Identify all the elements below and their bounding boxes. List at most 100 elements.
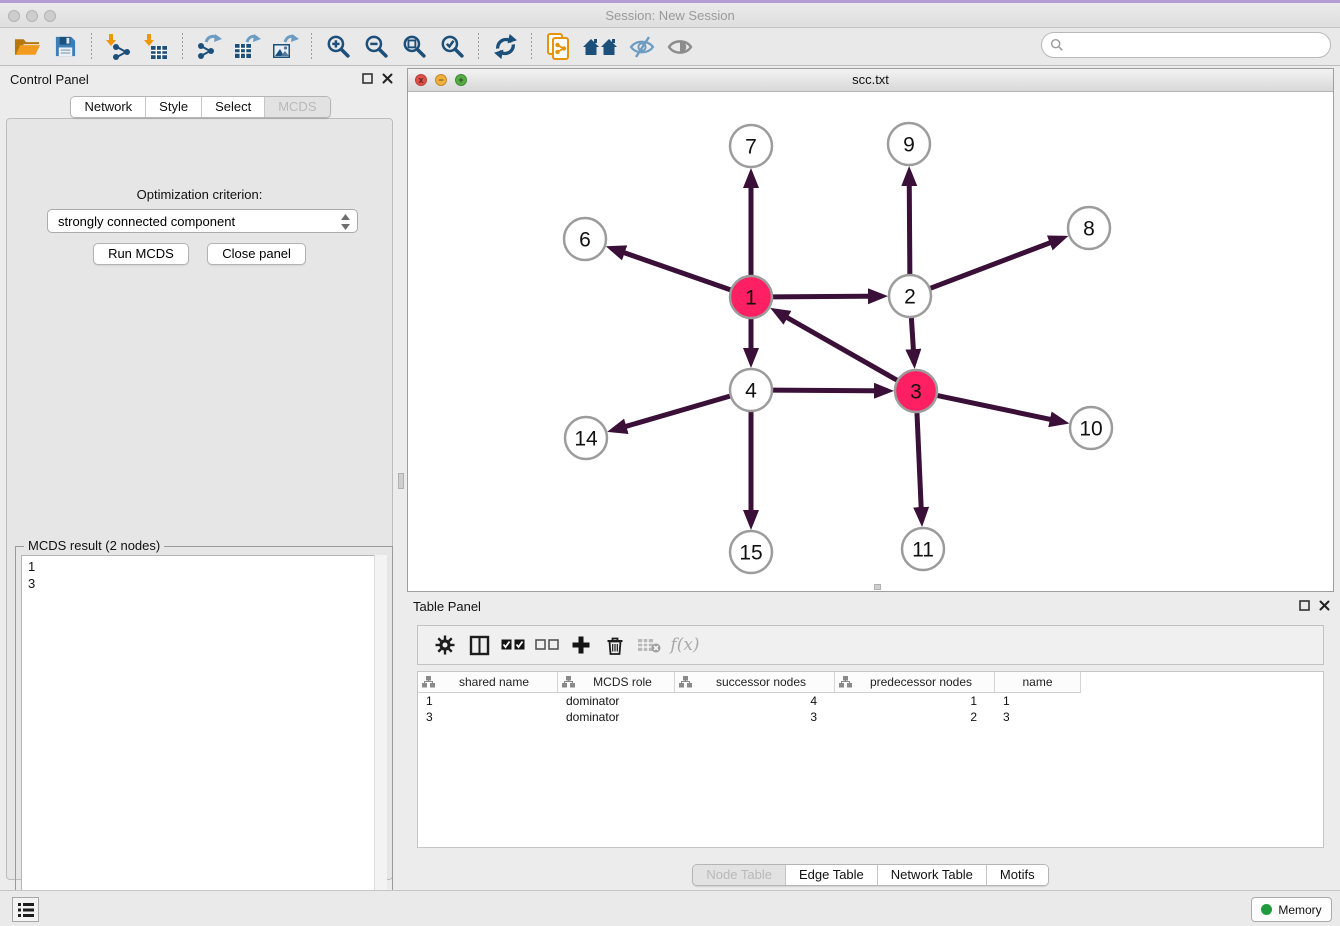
export-image-icon (271, 34, 299, 60)
home-pair-icon (582, 36, 618, 58)
node-label-14: 14 (574, 428, 598, 451)
column-header-name[interactable]: name (995, 672, 1081, 692)
control-panel-tabs: NetworkStyleSelectMCDS (4, 96, 397, 118)
hide-selected-button[interactable] (626, 32, 658, 62)
search-field[interactable] (1041, 32, 1331, 58)
edge-3-10[interactable] (938, 396, 1064, 423)
save-session-button[interactable] (49, 32, 81, 62)
cell-predecessor-nodes[interactable]: 2 (835, 709, 995, 725)
deselect-all-button[interactable] (530, 629, 564, 661)
cell-name[interactable]: 1 (995, 693, 1081, 709)
cell-shared-name[interactable]: 1 (418, 693, 558, 709)
column-header-successor-nodes[interactable]: successor nodes (675, 672, 835, 692)
splitter-grip[interactable] (398, 473, 404, 489)
toolbar-separator (478, 33, 479, 61)
export-network-button[interactable] (193, 32, 225, 62)
edge-2-3[interactable] (911, 318, 914, 363)
optimization-criterion-select[interactable]: strongly connected component (47, 209, 358, 233)
search-input[interactable] (1069, 38, 1330, 53)
network-frame-titlebar: x − + scc.txt (408, 69, 1333, 92)
zoom-in-button[interactable] (322, 32, 354, 62)
cell-successor-nodes[interactable]: 4 (675, 693, 835, 709)
cell-shared-name[interactable]: 3 (418, 709, 558, 725)
cell-predecessor-nodes[interactable]: 1 (835, 693, 995, 709)
edge-2-8[interactable] (931, 238, 1063, 288)
fx-icon: f(x) (670, 635, 699, 655)
tab-node-table[interactable]: Node Table (693, 865, 786, 885)
add-column-button[interactable] (564, 629, 598, 661)
tab-edge-table[interactable]: Edge Table (786, 865, 878, 885)
import-network-button[interactable] (102, 32, 134, 62)
mcds-result-text[interactable]: 13 (21, 555, 387, 918)
table-row[interactable]: 1dominator411 (418, 693, 1323, 709)
panel-splitter[interactable] (398, 68, 404, 886)
control-panel-title: Control Panel (10, 72, 89, 87)
tab-network[interactable]: Network (71, 97, 146, 117)
duplicate-network-button[interactable] (542, 32, 574, 62)
tab-network-table[interactable]: Network Table (878, 865, 987, 885)
table-settings-button[interactable] (428, 629, 462, 661)
import-table-button[interactable] (140, 32, 172, 62)
tab-style[interactable]: Style (146, 97, 202, 117)
cell-name[interactable]: 3 (995, 709, 1081, 725)
float-panel-icon[interactable] (362, 73, 373, 84)
node-table: shared nameMCDS rolesuccessor nodes prede… (417, 671, 1324, 848)
column-header-shared-name[interactable]: shared name (418, 672, 558, 692)
column-header-predecessor-nodes[interactable]: predecessor nodes (835, 672, 995, 692)
mcds-result-title: MCDS result (2 nodes) (24, 538, 164, 553)
plus-icon (571, 635, 591, 655)
cell-MCDS-role[interactable]: dominator (558, 693, 675, 709)
cell-MCDS-role[interactable]: dominator (558, 709, 675, 725)
task-history-button[interactable] (12, 897, 39, 922)
export-image-button[interactable] (269, 32, 301, 62)
memory-button[interactable]: Memory (1251, 897, 1332, 922)
node-label-15: 15 (739, 542, 762, 565)
close-panel-icon[interactable] (382, 73, 393, 84)
delete-columns-button[interactable] (598, 629, 632, 661)
tab-select[interactable]: Select (202, 97, 265, 117)
close-panel-icon[interactable] (1319, 600, 1330, 611)
open-session-button[interactable] (11, 32, 43, 62)
edge-2-9[interactable] (909, 172, 910, 274)
close-panel-button[interactable]: Close panel (207, 243, 306, 265)
table-row[interactable]: 3dominator323 (418, 709, 1323, 725)
refresh-icon (493, 34, 518, 59)
edge-3-11[interactable] (917, 413, 922, 521)
delete-table-button[interactable] (632, 629, 666, 661)
tab-group: NetworkStyleSelectMCDS (70, 96, 330, 118)
node-label-1: 1 (745, 287, 757, 310)
function-builder-button[interactable]: f(x) (666, 629, 700, 661)
network-canvas[interactable]: 7968124314101511 (408, 92, 1333, 591)
export-table-button[interactable] (231, 32, 263, 62)
column-header-MCDS-role[interactable]: MCDS role (558, 672, 675, 692)
show-all-button[interactable] (664, 32, 696, 62)
edge-4-14[interactable] (613, 396, 730, 430)
show-columns-button[interactable] (462, 629, 496, 661)
tab-motifs[interactable]: Motifs (987, 865, 1048, 885)
result-scrollbar[interactable] (374, 555, 387, 918)
float-panel-icon[interactable] (1299, 600, 1310, 611)
edge-4-3[interactable] (773, 390, 888, 391)
tab-mcds[interactable]: MCDS (265, 97, 329, 117)
table-body: 1dominator4113dominator323 (418, 693, 1323, 725)
refresh-view-button[interactable] (489, 32, 521, 62)
node-label-8: 8 (1083, 218, 1095, 241)
cell-successor-nodes[interactable]: 3 (675, 709, 835, 725)
zoom-fit-button[interactable] (398, 32, 430, 62)
edge-3-1[interactable] (775, 311, 897, 380)
zoom-out-button[interactable] (360, 32, 392, 62)
column-type-icon (422, 676, 435, 688)
column-header-label: name (999, 675, 1076, 689)
edge-1-2[interactable] (773, 296, 882, 297)
select-all-button[interactable] (496, 629, 530, 661)
zoom-selected-button[interactable] (436, 32, 468, 62)
edge-1-6[interactable] (611, 248, 730, 290)
table-toolbar: f(x) (417, 625, 1324, 665)
memory-status-dot (1261, 904, 1272, 915)
columns-icon (469, 635, 490, 656)
duplicate-network-icon (546, 33, 570, 60)
column-header-label: predecessor nodes (852, 675, 990, 689)
first-neighbors-button[interactable] (580, 32, 620, 62)
frame-resize-grip[interactable] (874, 584, 881, 590)
run-mcds-button[interactable]: Run MCDS (93, 243, 189, 265)
